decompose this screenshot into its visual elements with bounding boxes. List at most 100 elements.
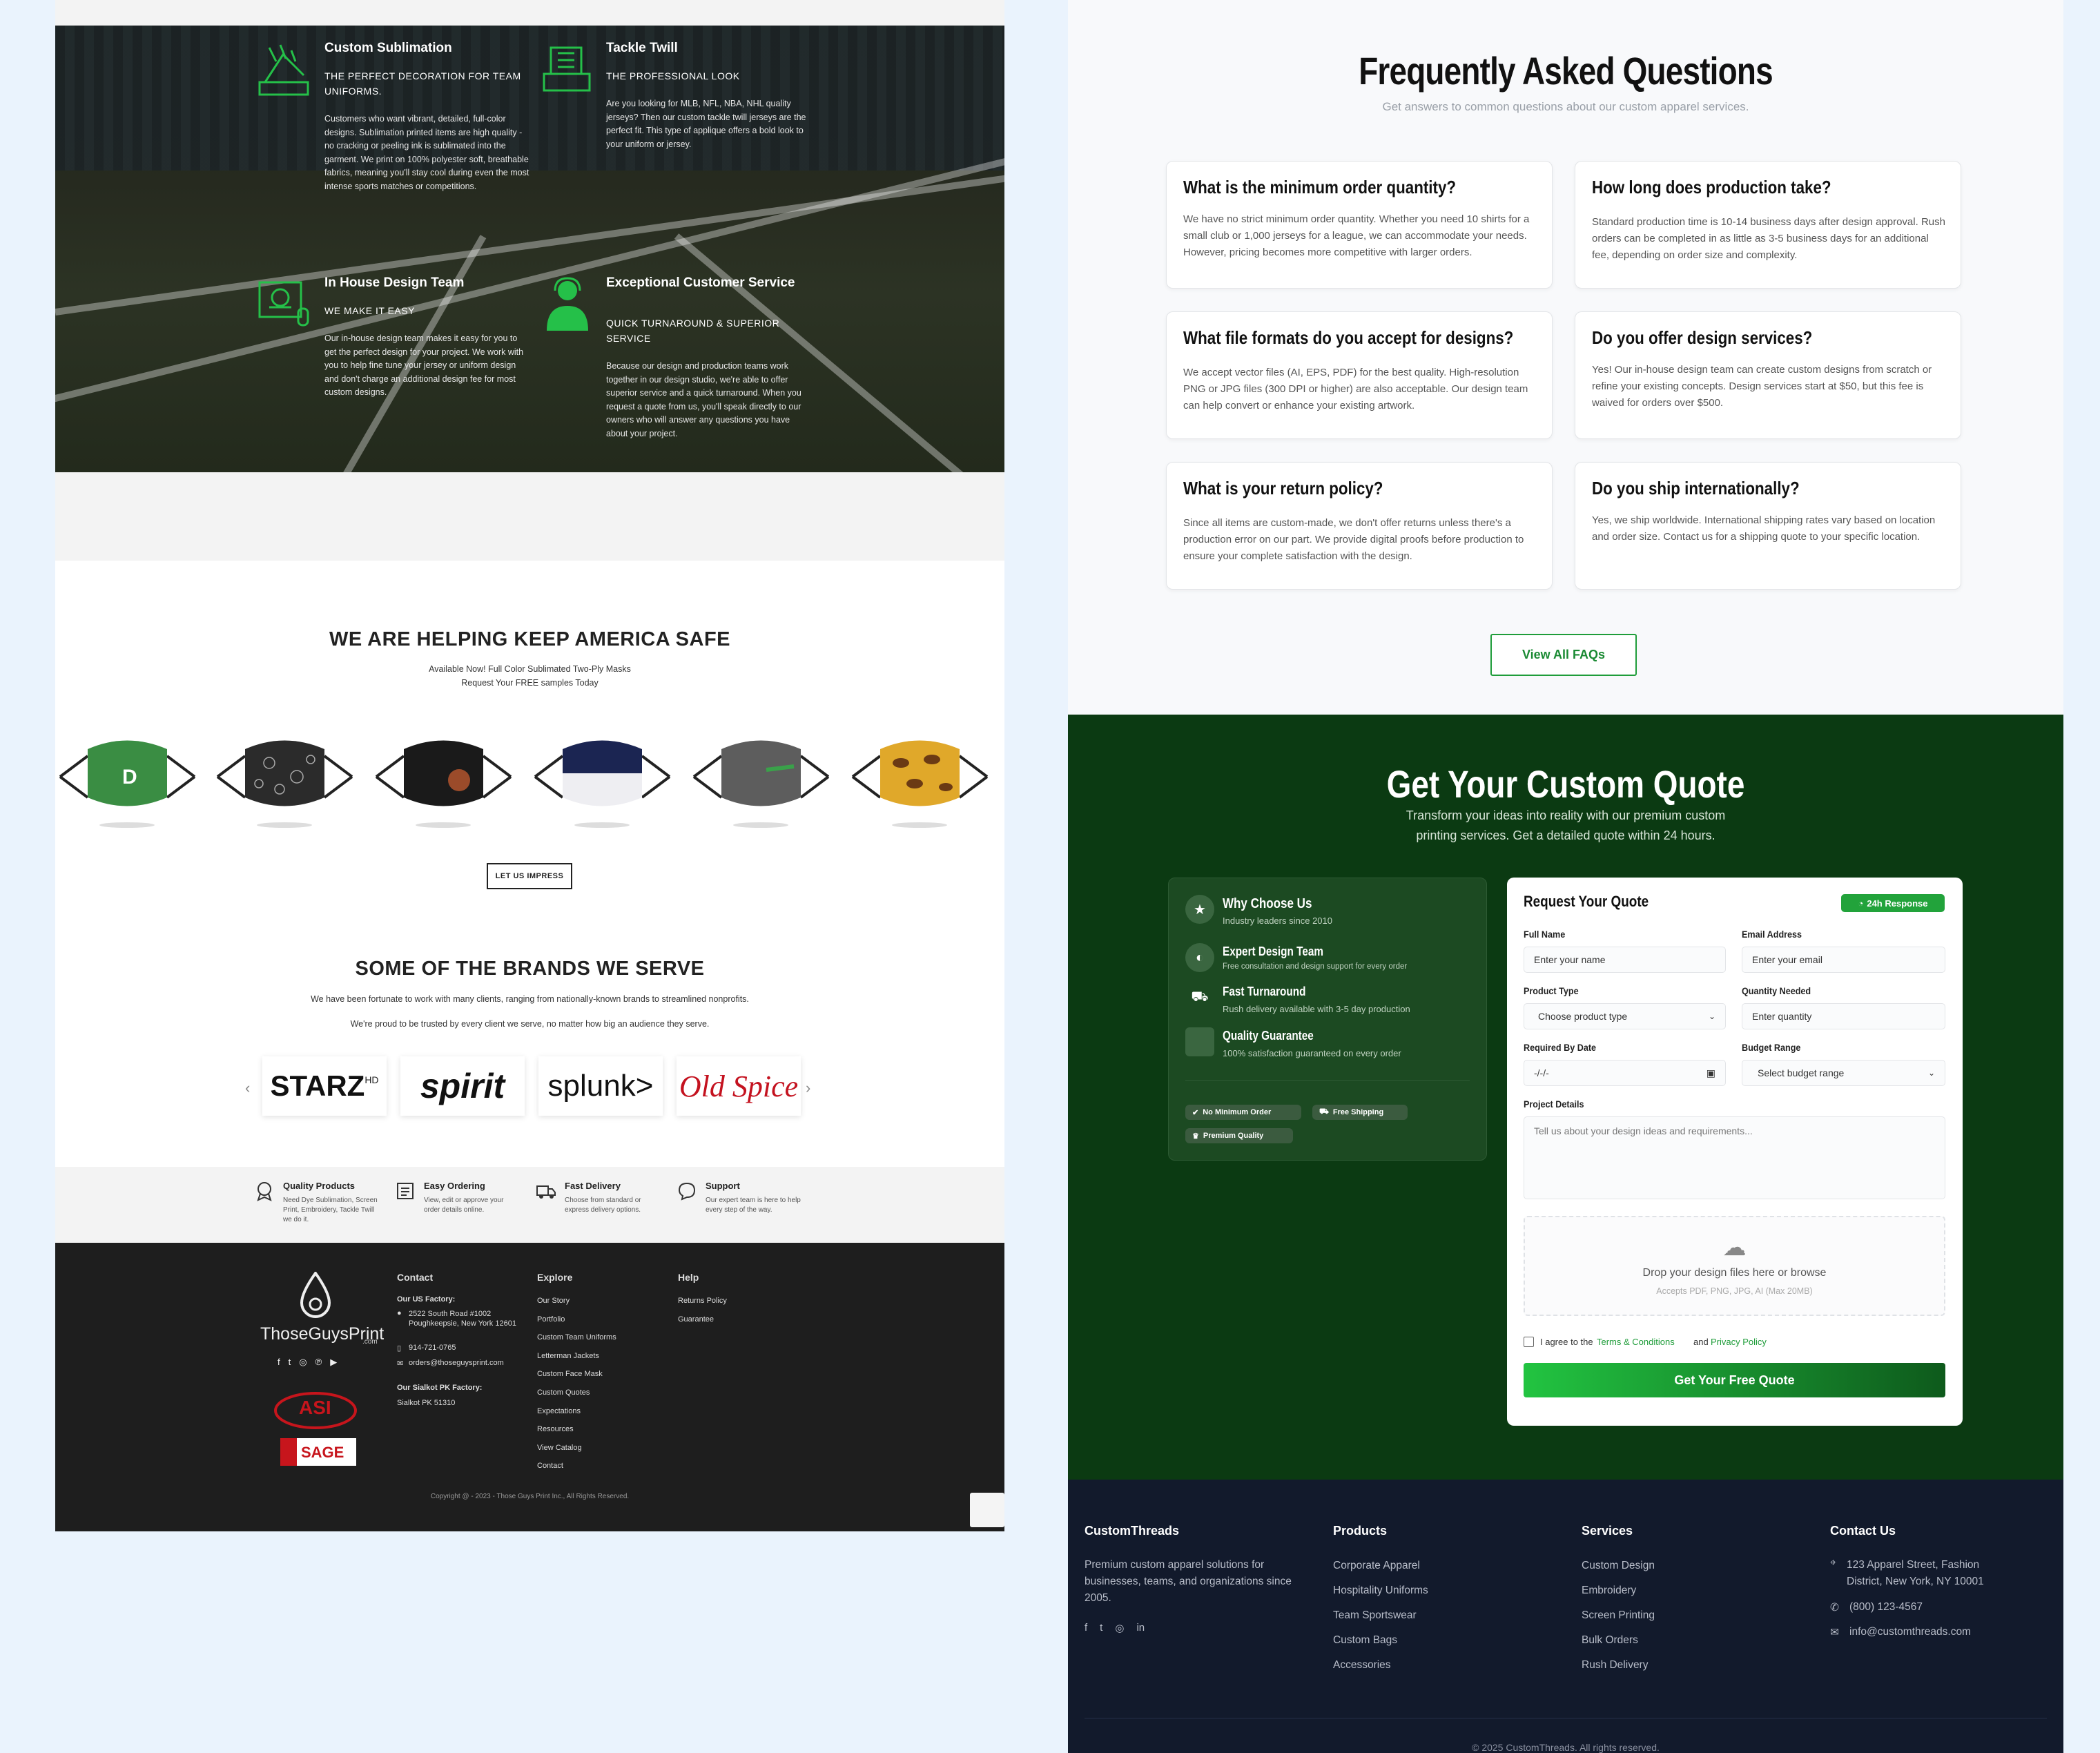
footer-phone[interactable]: (800) 123-4567 — [1849, 1601, 1923, 1614]
footer-link-bulk[interactable]: Bulk Orders — [1582, 1634, 1638, 1647]
footer-link-catalog[interactable]: View Catalog — [537, 1444, 582, 1452]
faq-card[interactable]: How long does production take? Standard p… — [1575, 161, 1961, 289]
select-value: Select budget range — [1758, 1067, 1845, 1078]
faq-card[interactable]: Do you offer design services? Yes! Our in… — [1575, 311, 1961, 439]
svg-text:D: D — [122, 766, 137, 788]
footer-link-letterman[interactable]: Letterman Jackets — [537, 1352, 599, 1360]
footer-link-resources[interactable]: Resources — [537, 1425, 574, 1433]
twitter-icon[interactable]: t — [1100, 1622, 1102, 1634]
terms-link[interactable]: Terms & Conditions — [1597, 1337, 1675, 1347]
strip-desc: Need Dye Sublimation, Screen Print, Embr… — [283, 1197, 378, 1223]
quantity-label: Quantity Needed — [1742, 985, 1811, 996]
faq-card[interactable]: What is the minimum order quantity? We ha… — [1166, 161, 1553, 289]
email-icon: ✉ — [397, 1359, 404, 1368]
youtube-icon[interactable]: ▶ — [330, 1357, 337, 1368]
sublimation-icon — [258, 44, 309, 96]
brand-logo-text: STARZ — [270, 1069, 365, 1102]
footer-link-team-uniforms[interactable]: Custom Team Uniforms — [537, 1333, 616, 1342]
footer-link-face-mask[interactable]: Custom Face Mask — [537, 1370, 603, 1378]
file-dropzone[interactable]: ☁ Drop your design files here or browse … — [1524, 1216, 1945, 1316]
mask-grey[interactable] — [690, 728, 832, 832]
project-details-textarea[interactable]: Tell us about your design ideas and requ… — [1524, 1116, 1945, 1199]
privacy-link[interactable]: Privacy Policy — [1711, 1337, 1767, 1347]
pinterest-icon[interactable]: ℗ — [315, 1357, 322, 1368]
submit-quote-button[interactable]: Get Your Free Quote — [1524, 1363, 1945, 1397]
footer-logo-suffix: .com — [362, 1338, 378, 1346]
date-input[interactable]: -/-/- ▣ — [1524, 1060, 1726, 1086]
email-input[interactable]: Enter your email — [1742, 947, 1945, 973]
mask-green[interactable]: D — [57, 728, 198, 832]
brand-logo-text: spirit — [420, 1067, 505, 1105]
pill-no-minimum: ✔ No Minimum Order — [1185, 1105, 1301, 1120]
faq-answer: We accept vector files (AI, EPS, PDF) fo… — [1183, 367, 1528, 411]
let-us-impress-button[interactable]: LET US IMPRESS — [487, 863, 572, 889]
budget-select[interactable]: Select budget range ⌄ — [1742, 1060, 1945, 1086]
footer-explore-heading: Explore — [537, 1272, 573, 1283]
quantity-input[interactable]: Enter quantity — [1742, 1003, 1945, 1029]
pill-label: No Minimum Order — [1203, 1108, 1272, 1116]
footer-email[interactable]: info@customthreads.com — [1849, 1626, 1971, 1638]
product-type-select[interactable]: Choose product type ⌄ — [1524, 1003, 1726, 1029]
full-name-input[interactable]: Enter your name — [1524, 947, 1726, 973]
faq-card[interactable]: Do you ship internationally? Yes, we ship… — [1575, 462, 1961, 590]
truck-icon: ⛟ — [1191, 989, 1209, 1005]
footer-link-portfolio[interactable]: Portfolio — [537, 1315, 565, 1324]
footer-link-guarantee[interactable]: Guarantee — [678, 1315, 714, 1324]
faq-card[interactable]: What is your return policy? Since all ite… — [1166, 462, 1553, 590]
footer-link-custom-design[interactable]: Custom Design — [1582, 1560, 1655, 1572]
why-choose-us-card: ★ Why Choose Us Industry leaders since 2… — [1168, 878, 1487, 1161]
footer-pk-address: Sialkot PK 51310 — [397, 1399, 456, 1407]
why-title: Why Choose Us — [1223, 896, 1312, 911]
masks-subtitle-2: Request Your FREE samples Today — [461, 678, 599, 688]
faq-answer: Since all items are custom-made, we don'… — [1183, 517, 1524, 562]
recaptcha-badge[interactable] — [970, 1493, 1004, 1527]
footer-link-rush[interactable]: Rush Delivery — [1582, 1659, 1648, 1672]
mask-pattern[interactable] — [214, 728, 356, 832]
footer-copyright: Copyright @ - 2023 - Those Guys Print In… — [430, 1493, 630, 1500]
faq-question: What is your return policy? — [1183, 478, 1383, 498]
calendar-icon[interactable]: ▣ — [1707, 1067, 1715, 1079]
footer-link-returns[interactable]: Returns Policy — [678, 1297, 727, 1305]
support-agent-icon — [547, 277, 588, 331]
footer-link-quotes[interactable]: Custom Quotes — [537, 1388, 590, 1397]
footer-link-embroidery[interactable]: Embroidery — [1582, 1585, 1636, 1597]
twitter-icon[interactable]: t — [289, 1357, 291, 1368]
footer-link-contact[interactable]: Contact — [537, 1462, 563, 1470]
linkedin-icon[interactable]: in — [1136, 1622, 1145, 1634]
palette-icon: ◐ — [1185, 943, 1214, 972]
facebook-icon[interactable]: f — [1085, 1622, 1087, 1634]
mask-yellow[interactable] — [849, 728, 991, 832]
footer-link-expectations[interactable]: Expectations — [537, 1407, 581, 1415]
footer-link-bags[interactable]: Custom Bags — [1333, 1634, 1397, 1647]
facebook-icon[interactable]: f — [278, 1357, 280, 1368]
mask-black[interactable] — [373, 728, 514, 832]
agree-checkbox[interactable] — [1524, 1337, 1534, 1347]
instagram-icon[interactable]: ◎ — [299, 1357, 307, 1368]
feature-body: Because our design and production teams … — [606, 361, 801, 438]
carousel-next-icon[interactable]: › — [806, 1079, 810, 1097]
footer-link-screen-printing[interactable]: Screen Printing — [1582, 1609, 1655, 1622]
footer-link-accessories[interactable]: Accessories — [1333, 1659, 1391, 1672]
feature-title: Custom Sublimation — [324, 41, 452, 55]
footer-link-sportswear[interactable]: Team Sportswear — [1333, 1609, 1417, 1622]
footer-link-corporate[interactable]: Corporate Apparel — [1333, 1560, 1420, 1572]
footer-phone[interactable]: 914-721-0765 — [409, 1344, 456, 1352]
footer-social: f t ◎ in — [1085, 1622, 1145, 1634]
footer-email[interactable]: orders@thoseguysprint.com — [409, 1359, 504, 1367]
footer-link-hospitality[interactable]: Hospitality Uniforms — [1333, 1585, 1428, 1597]
view-all-faqs-button[interactable]: View All FAQs — [1490, 634, 1637, 676]
mask-navy-white[interactable] — [532, 728, 673, 832]
feature-title: In House Design Team — [324, 275, 465, 290]
feature-title: Exceptional Customer Service — [606, 275, 795, 290]
faq-card[interactable]: What file formats do you accept for desi… — [1166, 311, 1553, 439]
carousel-prev-icon[interactable]: ‹ — [245, 1079, 250, 1097]
form-title: Request Your Quote — [1524, 893, 1649, 910]
feature-subtitle: THE PROFESSIONAL LOOK — [606, 70, 740, 81]
feature-body: Are you looking for MLB, NFL, NBA, NHL q… — [606, 99, 806, 149]
asi-badge: ASI — [274, 1392, 357, 1429]
sage-badge: SAGE — [280, 1438, 356, 1466]
brand-logo-text: Old Spice — [679, 1069, 799, 1103]
footer-link-our-story[interactable]: Our Story — [537, 1297, 570, 1305]
monitor-design-icon — [258, 281, 309, 327]
instagram-icon[interactable]: ◎ — [1115, 1622, 1124, 1634]
